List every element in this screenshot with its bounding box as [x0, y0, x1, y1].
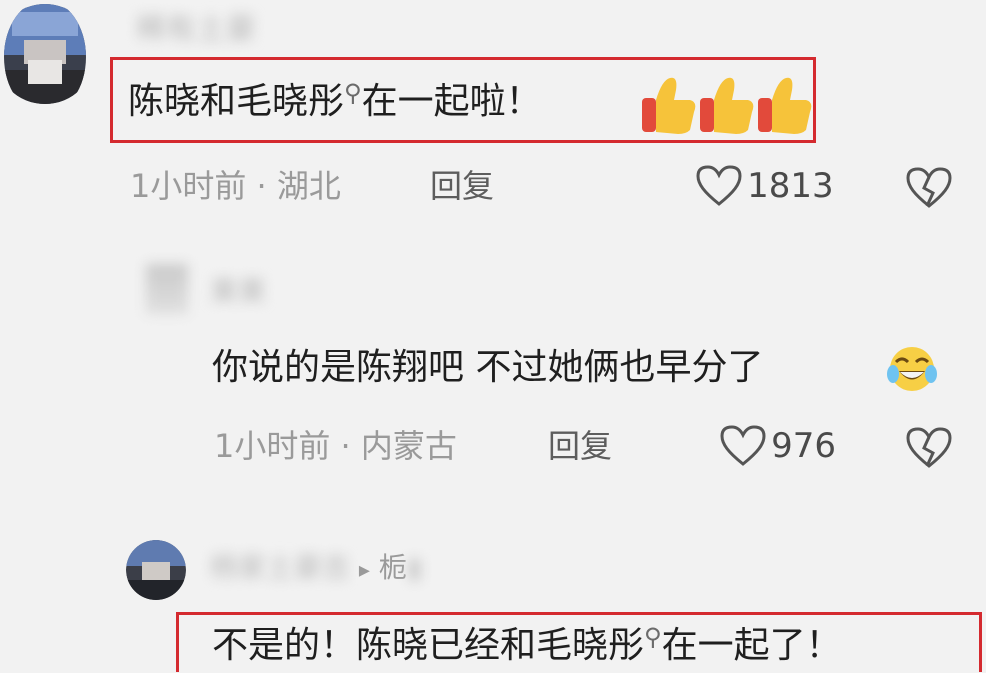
avatar[interactable]: [4, 0, 86, 114]
avatar-image: [4, 4, 86, 104]
avatar[interactable]: [126, 540, 186, 600]
username[interactable]: 稀有土豪: [136, 4, 256, 48]
username[interactable]: 杨家土豪吉: [210, 551, 350, 584]
comment-text-main: 不是的！陈晓已经和毛晓彤: [212, 625, 645, 666]
reply-arrow-icon: ▸: [358, 558, 370, 583]
broken-heart-icon: [906, 167, 952, 208]
avatar-image: [126, 540, 186, 600]
broken-heart-icon: [906, 427, 952, 468]
username[interactable]: 果果: [210, 270, 266, 310]
dislike-button[interactable]: [906, 166, 952, 214]
comment-text: 你说的是陈翔吧 不过她俩也早分了: [212, 344, 763, 392]
search-icon[interactable]: ⚲: [644, 623, 662, 651]
comment-text: 陈晓和毛晓彤⚲在一起啦！: [128, 78, 542, 129]
dot-separator: ·: [256, 167, 277, 205]
blurred-name-fragment: ▮: [406, 551, 423, 584]
reply-to-username[interactable]: 栀: [379, 551, 407, 584]
comment-meta: 1小时前 · 湖北: [130, 164, 341, 208]
timestamp: 1小时前: [214, 427, 331, 465]
comment-text-tail: 在一起啦！: [361, 81, 542, 122]
thumbs-up-emoji: [700, 77, 754, 134]
location: 内蒙古: [360, 427, 457, 465]
like-count: 976: [771, 426, 836, 466]
avatar-image: [146, 264, 188, 314]
laughing-crying-emoji: [886, 344, 938, 398]
search-icon[interactable]: ⚲: [344, 79, 362, 107]
timestamp: 1小时前: [130, 167, 247, 205]
reply-button[interactable]: 回复: [548, 424, 612, 468]
comment-text-tail: 在一起了！: [661, 625, 842, 666]
avatar[interactable]: [146, 264, 188, 314]
like-button[interactable]: 1813: [696, 164, 834, 212]
reply-header: 杨家土豪吉 ▸ 栀▮: [210, 548, 422, 591]
heart-outline-icon: [720, 425, 766, 466]
comment-text: 不是的！陈晓已经和毛晓彤⚲在一起了！: [212, 622, 842, 673]
like-button[interactable]: 976: [720, 424, 836, 472]
comment-text-main: 你说的是陈翔吧 不过她俩也早分了: [212, 347, 764, 388]
thumbs-up-emoji: [758, 77, 812, 134]
thumbs-up-emoji: [642, 77, 696, 134]
comment-meta: 1小时前 · 内蒙古: [214, 424, 457, 468]
dislike-button[interactable]: [906, 426, 952, 474]
heart-outline-icon: [696, 165, 742, 206]
like-count: 1813: [747, 166, 834, 206]
dot-separator: ·: [340, 427, 361, 465]
reply-button[interactable]: 回复: [430, 164, 494, 208]
location: 湖北: [276, 167, 341, 205]
reaction-emojis: [640, 72, 812, 136]
comment-text-main: 陈晓和毛晓彤: [128, 81, 345, 122]
